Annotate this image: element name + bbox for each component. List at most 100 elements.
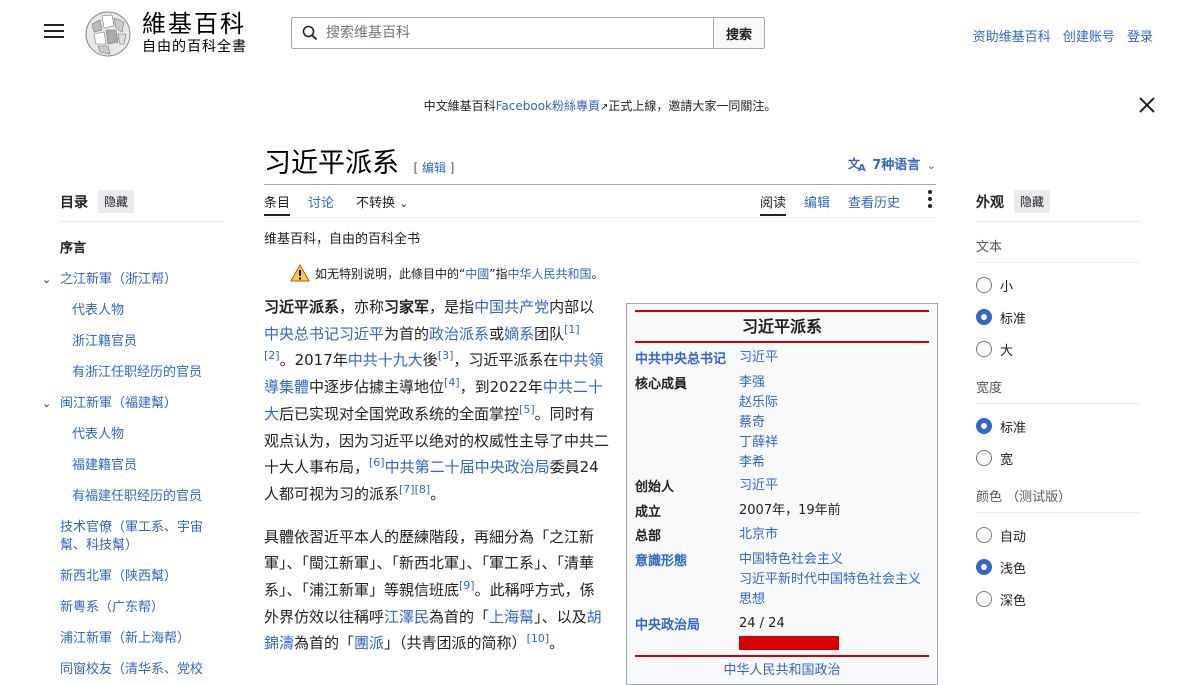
radio-label: 小 (1000, 279, 1014, 295)
site-tagline: 自由的百科全書 (142, 39, 247, 55)
radio-button[interactable] (976, 309, 992, 325)
radio-button[interactable] (976, 418, 992, 434)
radio-option[interactable]: 浅色 (976, 551, 1140, 583)
toc-item[interactable]: 新粵系（广东帮） (60, 599, 224, 617)
infobox-value: 中国特色社会主义 习近平新时代中国特色社会主义思想 (739, 550, 929, 610)
tab-edit[interactable]: 编辑 (804, 192, 830, 214)
xi-link[interactable]: 习近平 (339, 325, 384, 343)
prc-link[interactable]: 中华人民共和国 (507, 265, 591, 282)
infobox-value-item[interactable]: 习近平 (739, 348, 929, 368)
chevron-down-icon: ⌄ (926, 159, 936, 172)
dixi-link[interactable]: 嫡系 (504, 325, 534, 343)
ccp-link[interactable]: 中国共产党 (474, 298, 549, 316)
infobox-label[interactable]: 意識形態 (635, 550, 735, 569)
search-input[interactable] (324, 24, 688, 42)
radio-option[interactable]: 大 (976, 333, 1140, 365)
radio-option[interactable]: 自动 (976, 519, 1140, 551)
toc-item[interactable]: 有福建任职经历的官员 (60, 488, 224, 506)
jiang-link[interactable]: 江澤民 (384, 608, 429, 626)
infobox-value-item[interactable]: 中国特色社会主义 (739, 550, 929, 570)
notice-prefix: 中文維基百科 (423, 99, 496, 113)
radio-button[interactable] (976, 527, 992, 543)
gensec-link[interactable]: 中央总书记 (264, 325, 339, 343)
chevron-down-icon[interactable]: ⌄ (42, 271, 51, 289)
citation[interactable]: [4] (444, 376, 460, 389)
toc-item[interactable]: 技术官僚（軍工系、宇宙幫、科技幫） (60, 519, 224, 555)
language-button[interactable]: 文A 7种语言 ⌄ (848, 154, 936, 174)
citation[interactable]: [7][8] (399, 483, 430, 496)
radio-option[interactable]: 标准 (976, 410, 1140, 442)
radio-button[interactable] (976, 591, 992, 607)
toc-item[interactable]: ⌄ 之江新軍（浙江帮） (42, 271, 224, 289)
toc-item[interactable]: 新西北軍（陕西幫） (60, 568, 224, 586)
tab-history[interactable]: 查看历史 (848, 192, 900, 214)
facebook-link[interactable]: Facebook粉絲專頁 (496, 99, 600, 113)
infobox-value-item[interactable]: 李强 (739, 373, 929, 393)
infobox-value-item[interactable]: 李希 (739, 453, 929, 473)
radio-option[interactable]: 深色 (976, 583, 1140, 615)
infobox-value-item[interactable]: 蔡奇 (739, 413, 929, 433)
donate-link[interactable]: 资助维基百科 (973, 30, 1051, 45)
infobox-value-item[interactable]: 赵乐际 (739, 393, 929, 413)
infobox-value-item[interactable]: 习近平 (739, 476, 929, 496)
radio-option[interactable]: 小 (976, 269, 1140, 301)
china-link[interactable]: 中國 (465, 265, 489, 282)
tab-read[interactable]: 阅读 (760, 192, 787, 216)
citation[interactable]: [6] (369, 456, 385, 469)
tab-variant[interactable]: 不转换 ⌄ (356, 192, 408, 214)
toc-item[interactable]: 代表人物 (60, 426, 224, 444)
more-options-icon[interactable] (928, 190, 932, 211)
radio-option[interactable]: 宽 (976, 442, 1140, 474)
toc-item[interactable]: 代表人物 (60, 302, 224, 320)
main-menu-button[interactable] (44, 24, 64, 40)
radio-button[interactable] (976, 341, 992, 357)
politburo-link[interactable]: 中共第二十届中央政治局 (385, 458, 550, 476)
radio-option[interactable]: 标准 (976, 301, 1140, 333)
toc-item[interactable]: 同窗校友（清华系、党校 (60, 661, 224, 679)
faction-link[interactable]: 政治派系 (429, 325, 489, 343)
infobox-value-item[interactable]: 丁薛祥 (739, 433, 929, 453)
hu-link[interactable]: 胡錦濤 (264, 608, 602, 653)
radio-button[interactable] (976, 559, 992, 575)
radio-button[interactable] (976, 277, 992, 293)
infobox-value: 李强 赵乐际 蔡奇 丁薛祥 李希 (739, 373, 929, 473)
toc-item-label: 代表人物 (72, 427, 125, 442)
radio-group: 标准宽 (976, 410, 1140, 474)
site-wordmark[interactable]: 維基百科 自由的百科全書 (142, 10, 247, 56)
toc-item[interactable]: 浙江籍官员 (60, 333, 224, 351)
create-account-link[interactable]: 创建账号 (1063, 30, 1115, 45)
toc-item[interactable]: 福建籍官员 (60, 457, 224, 475)
appearance-hide-button[interactable]: 隐藏 (1014, 190, 1051, 213)
infobox-value-item[interactable]: 习近平新时代中国特色社会主义思想 (739, 570, 929, 610)
citation[interactable]: [3] (438, 349, 454, 362)
close-notice-icon[interactable] (1138, 96, 1156, 114)
radio-label: 深色 (1000, 593, 1027, 609)
toc-item[interactable]: 浦江新軍（新上海帮） (60, 630, 224, 648)
tab-talk[interactable]: 讨论 (308, 192, 334, 214)
citation[interactable]: [5] (519, 403, 535, 416)
tab-article[interactable]: 条目 (264, 192, 291, 216)
login-link[interactable]: 登录 (1127, 30, 1153, 45)
search-form: 搜索 (291, 17, 765, 49)
wikipedia-globe-logo[interactable] (84, 10, 132, 58)
infobox-label[interactable]: 中共中央总书记 (635, 348, 735, 367)
chevron-down-icon[interactable]: ⌄ (42, 395, 51, 413)
title-edit-link[interactable]: 编辑 (422, 161, 446, 175)
hatnote-text-1: 如无特别说明，此條目中的“ (315, 266, 466, 281)
prc-politics-link[interactable]: 中华人民共和国政治 (723, 663, 840, 678)
infobox-value-item[interactable]: 北京市 (739, 525, 929, 545)
toc-item[interactable]: 有浙江任职经历的官员 (60, 364, 224, 382)
radio-button[interactable] (976, 450, 992, 466)
radio-label: 标准 (1000, 311, 1027, 327)
toc-item[interactable]: 序言 (60, 240, 224, 258)
toc-hide-button[interactable]: 隐藏 (98, 190, 135, 213)
infobox-label[interactable]: 中央政治局 (635, 614, 735, 633)
19th-congress-link[interactable]: 中共十九大 (348, 351, 423, 369)
20th-congress-link[interactable]: 中共二十大 (264, 378, 603, 423)
citation[interactable]: [10] (527, 632, 550, 645)
search-button[interactable]: 搜索 (713, 17, 765, 49)
tuanpai-link[interactable]: 團派 (354, 634, 384, 652)
shanghai-clique-link[interactable]: 上海幫 (489, 608, 534, 626)
toc-item[interactable]: ⌄ 闽江新軍（福建幫） (42, 395, 224, 413)
citation[interactable]: [9] (459, 579, 475, 592)
